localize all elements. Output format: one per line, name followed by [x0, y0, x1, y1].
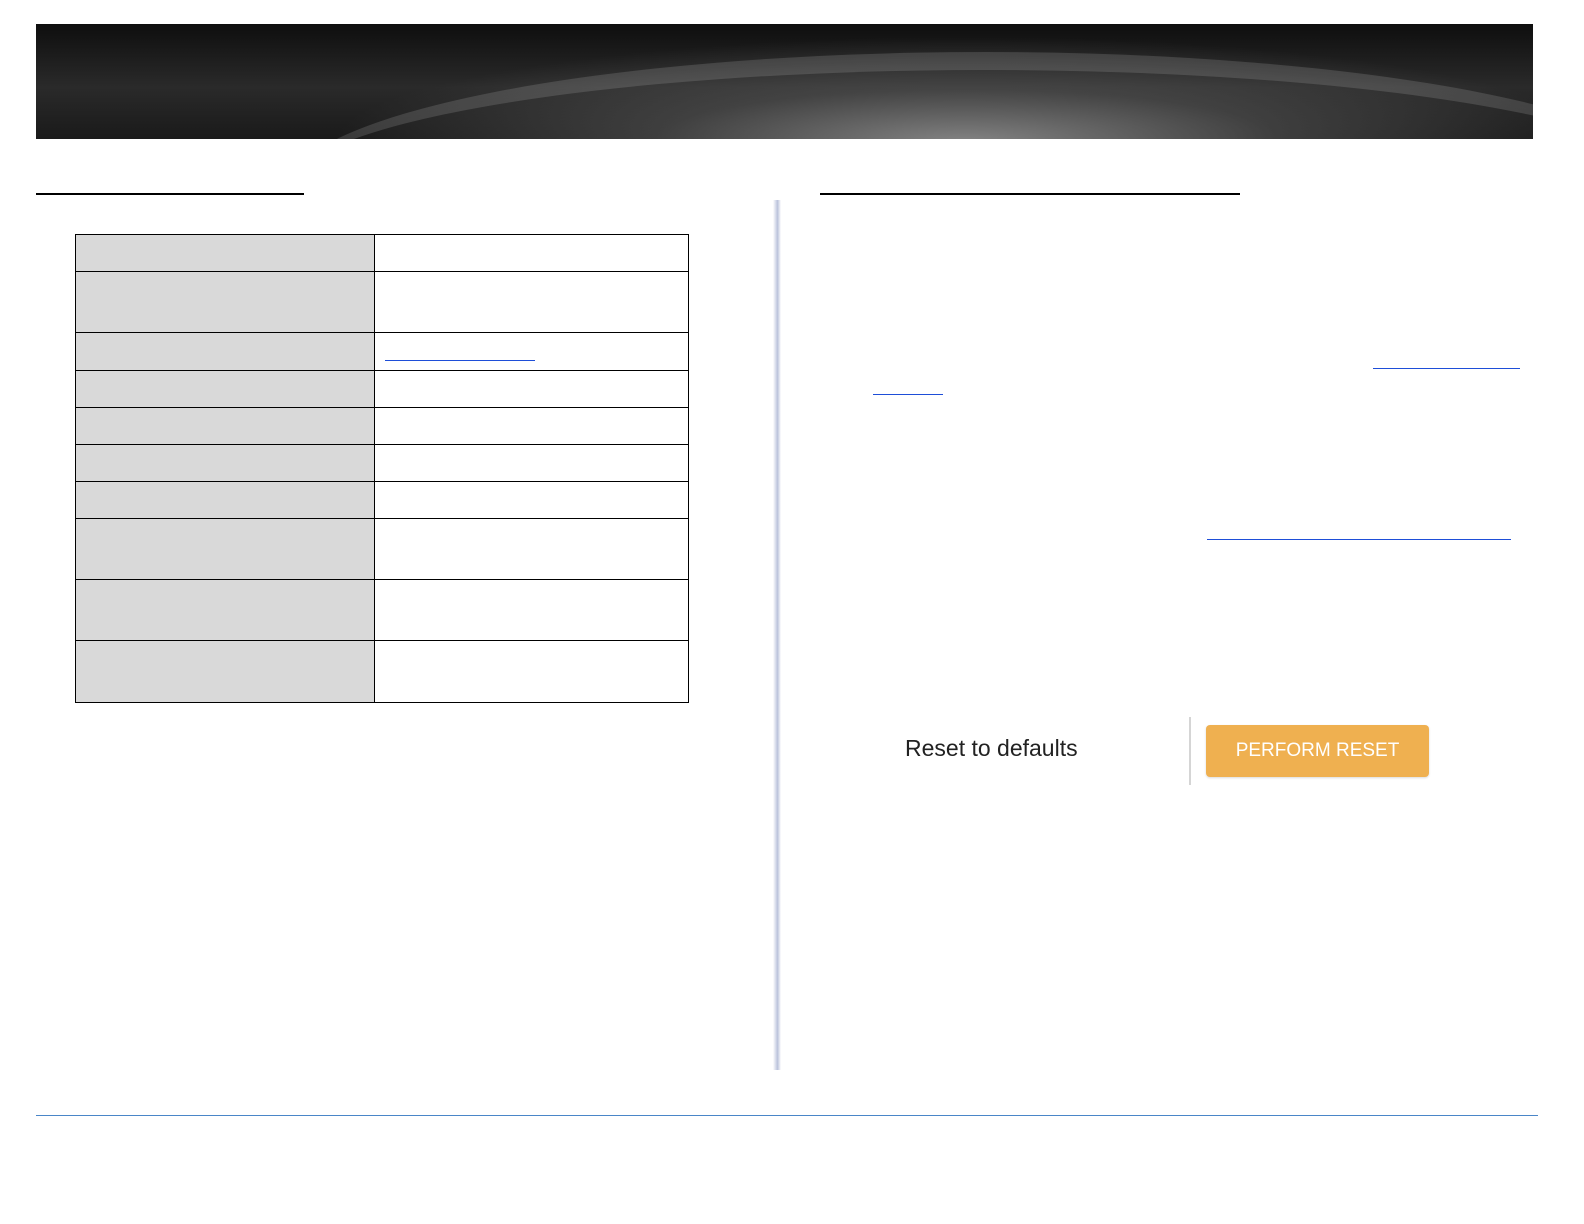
header-banner [36, 24, 1533, 139]
reset-panel-separator [1189, 717, 1191, 785]
table-row [75, 579, 689, 641]
text-link[interactable] [1207, 539, 1511, 540]
table-row [75, 271, 689, 333]
spec-table [75, 234, 689, 703]
left-section-title-rule [36, 193, 304, 195]
text-link[interactable] [873, 394, 943, 395]
text-link[interactable] [1373, 368, 1520, 369]
table-row [75, 407, 689, 445]
table-link[interactable] [385, 360, 535, 361]
table-row [75, 370, 689, 408]
table-row [75, 332, 689, 371]
table-row [75, 234, 689, 272]
table-row [75, 444, 689, 482]
column-divider [773, 200, 781, 1070]
right-section-title-rule [820, 193, 1240, 195]
footer-rule [36, 1115, 1538, 1116]
table-row [75, 640, 689, 703]
table-row [75, 481, 689, 519]
reset-to-defaults-label: Reset to defaults [905, 735, 1078, 761]
table-row [75, 518, 689, 580]
perform-reset-button[interactable]: PERFORM RESET [1206, 725, 1429, 777]
